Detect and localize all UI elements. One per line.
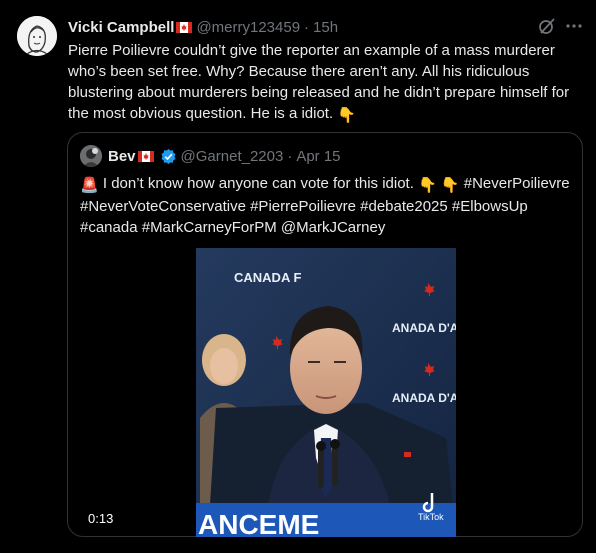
quoted-header: Bev @Garnet_2203 · Apr 15 [108, 146, 341, 166]
tweet-text-content: Pierre Poilievre couldn’t give the repor… [68, 42, 570, 122]
siren-emoji: 🚨 [80, 177, 99, 194]
quoted-date[interactable]: Apr 15 [296, 148, 340, 165]
grok-icon[interactable] [538, 17, 556, 35]
tweet-text: Pierre Poilievre couldn’t give the repor… [68, 40, 580, 126]
backdrop-text: ANADA D'A [392, 321, 456, 335]
quoted-author-handle[interactable]: @Garnet_2203 [181, 148, 284, 165]
author-avatar[interactable] [17, 16, 57, 56]
quoted-author-name[interactable]: Bev [108, 148, 136, 165]
podium-text: ANCEME [198, 509, 319, 537]
tweet[interactable]: Vicki Campbell @merry123459 · 15h Pierre… [0, 0, 596, 553]
tiktok-watermark: TikTok [418, 512, 444, 522]
video-player[interactable]: CANADA F ANADA D'A ANADA D'A ANCEME TikT… [196, 248, 456, 537]
backdrop-text: ANADA D'A [392, 391, 456, 405]
author-name[interactable]: Vicki Campbell [68, 19, 174, 36]
backdrop-text: CANADA F [234, 270, 301, 285]
quoted-text-content: I don’t know how anyone can vote for thi… [102, 175, 414, 192]
canada-flag-icon [176, 21, 193, 33]
quoted-separator: · [287, 147, 293, 165]
hashtag-link[interactable]: #NeverPoilievre [464, 175, 570, 192]
point-down-emojis: 👇 👇 [418, 177, 460, 194]
hashtag-line-3[interactable]: #canada #MarkCarneyForPM @MarkJCarney [80, 219, 385, 236]
more-icon[interactable] [564, 17, 584, 35]
tweet-time[interactable]: 15h [313, 19, 338, 36]
point-down-emoji: 👇 [337, 107, 357, 124]
author-handle[interactable]: @merry123459 [196, 19, 300, 36]
quoted-text: 🚨 I don’t know how anyone can vote for t… [80, 173, 570, 238]
quoted-tweet[interactable]: Bev @Garnet_2203 · Apr 15 🚨 I don’t know… [67, 132, 583, 537]
header-separator: · [304, 18, 310, 36]
video-frame: CANADA F ANADA D'A ANADA D'A ANCEME TikT… [196, 248, 456, 537]
hashtag-line-2[interactable]: #NeverVoteConservative #PierrePoilievre … [80, 198, 528, 215]
tweet-header: Vicki Campbell @merry123459 · 15h [68, 16, 576, 38]
verified-badge-icon [161, 148, 176, 164]
video-duration: 0:13 [88, 511, 114, 526]
canada-flag-icon [137, 150, 154, 162]
quoted-author-avatar[interactable] [80, 145, 102, 167]
